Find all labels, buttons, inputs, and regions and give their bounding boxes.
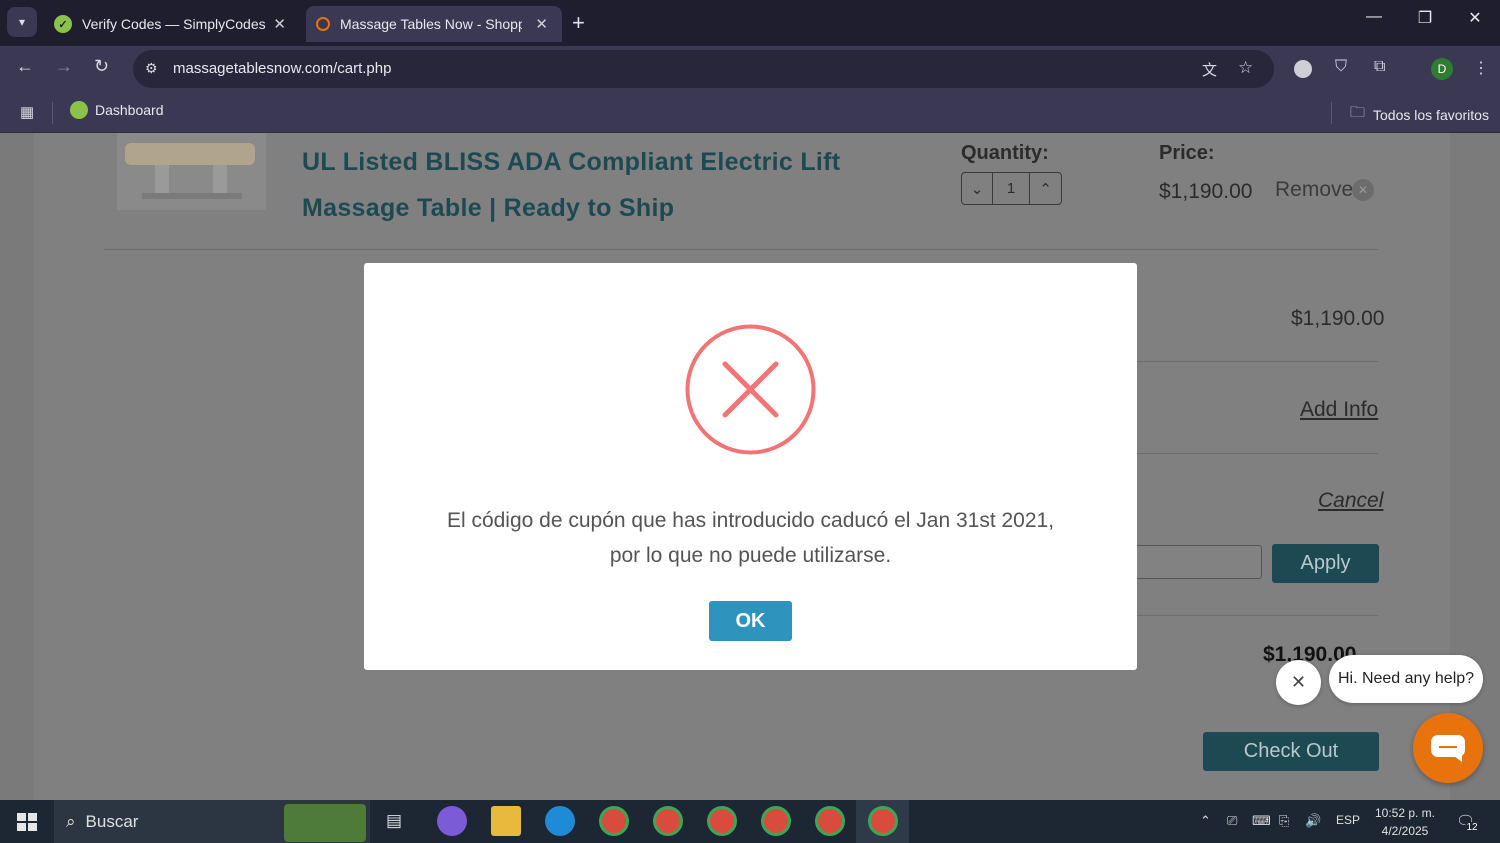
product-title-link[interactable]: UL Listed BLISS ADA Compliant Electric L… — [302, 139, 922, 231]
coupon-code-input[interactable] — [1137, 545, 1262, 579]
chrome-profile-d-icon[interactable] — [599, 806, 629, 836]
remove-icon[interactable]: ✕ — [1352, 179, 1374, 201]
browser-toolbar: ← → ↻ ⚙ massagetablesnow.com/cart.php 文 … — [0, 46, 1500, 93]
error-message-line: por lo que no puede utilizarse. — [609, 544, 892, 567]
decrease-quantity-icon[interactable]: ⌄ — [962, 173, 993, 204]
input-icon[interactable]: ⌨ — [1252, 813, 1271, 829]
divider — [1331, 102, 1332, 124]
close-icon: ✕ — [1290, 672, 1307, 692]
extensions-puzzle-icon[interactable]: ⧉ — [1374, 58, 1385, 76]
cancel-link[interactable]: Cancel — [1318, 489, 1383, 513]
shield-extension-icon[interactable]: ⛉ — [1335, 58, 1347, 76]
file-explorer-icon[interactable] — [491, 806, 521, 836]
translate-icon[interactable]: 文 — [1202, 59, 1217, 80]
chat-greeting-bubble[interactable]: Hi. Need any help? — [1329, 655, 1483, 703]
chat-bubble-icon — [1431, 735, 1465, 762]
address-bar[interactable]: ⚙ massagetablesnow.com/cart.php 文 ☆ — [133, 50, 1274, 88]
page-content: UL Listed BLISS ADA Compliant Electric L… — [0, 133, 1500, 800]
close-tab-icon[interactable]: ✕ — [273, 15, 286, 33]
notification-count-badge: 12 — [1464, 822, 1480, 836]
restore-icon[interactable]: ❐ — [1405, 8, 1445, 28]
price-label: Price: — [1159, 142, 1215, 164]
divider — [1137, 615, 1378, 616]
back-icon[interactable]: ← — [16, 56, 34, 77]
task-view-icon[interactable]: ▤ — [386, 811, 402, 831]
all-favorites-folder[interactable]: 🗀 Todos los favoritos — [1350, 102, 1489, 127]
tab-title: Verify Codes — SimplyCodes — [82, 16, 266, 32]
chat-launcher-button[interactable] — [1413, 713, 1483, 783]
bookmarks-bar: ▦ Dashboard 🗀 Todos los favoritos — [0, 93, 1500, 133]
chrome-profile-r-icon[interactable] — [815, 806, 845, 836]
ok-button[interactable]: OK — [709, 601, 792, 641]
volume-icon[interactable]: 🔊 — [1305, 813, 1321, 829]
minimize-icon[interactable]: — — [1354, 8, 1394, 26]
new-tab-icon[interactable]: + — [572, 10, 585, 36]
search-highlight-image — [284, 804, 366, 842]
forward-icon[interactable]: → — [55, 56, 73, 77]
simplycodes-favicon-icon: ✓ — [54, 15, 72, 33]
tab-title: Massage Tables Now - Shoppin — [340, 16, 522, 32]
search-placeholder: Buscar — [85, 811, 139, 831]
bookmark-dashboard[interactable]: Dashboard — [70, 101, 164, 119]
reload-icon[interactable]: ↻ — [94, 56, 109, 77]
close-tab-icon[interactable]: ✕ — [535, 15, 548, 33]
divider — [1137, 453, 1378, 454]
site-info-icon[interactable]: ⚙ — [145, 60, 158, 77]
search-icon: ⌕ — [66, 811, 76, 831]
error-dialog: El código de cupón que has introducido c… — [364, 263, 1137, 670]
folder-icon: 🗀 — [1350, 104, 1366, 121]
error-message-line: El código de cupón que has introducido c… — [446, 509, 1055, 532]
window-close-icon[interactable]: ✕ — [1455, 8, 1495, 28]
checkout-button[interactable]: Check Out — [1203, 732, 1379, 771]
profile-avatar[interactable]: D — [1431, 58, 1453, 80]
divider — [1137, 361, 1378, 362]
quantity-stepper[interactable]: ⌄ 1 ⌃ — [961, 172, 1062, 205]
clock-date: 4/2/2025 — [1381, 824, 1429, 838]
error-x-icon — [684, 323, 817, 456]
chrome-profile-d-icon[interactable] — [868, 806, 898, 836]
bookmark-star-icon[interactable]: ☆ — [1238, 58, 1253, 78]
subtotal-value: $1,190.00 — [1291, 307, 1385, 330]
apply-coupon-button[interactable]: Apply — [1272, 544, 1379, 583]
copilot-icon[interactable] — [437, 806, 467, 836]
clock-time: 10:52 p. m. — [1374, 806, 1436, 820]
tab-simplycodes[interactable]: ✓ Verify Codes — SimplyCodes ✕ — [42, 6, 300, 42]
chrome-profile-icon[interactable] — [653, 806, 683, 836]
tab-search-button[interactable]: ▾ — [7, 7, 37, 37]
tab-bar: ▾ ✓ Verify Codes — SimplyCodes ✕ Massage… — [0, 0, 1500, 46]
show-hidden-icons-icon[interactable]: ⌃ — [1200, 813, 1211, 829]
url-text[interactable]: massagetablesnow.com/cart.php — [173, 60, 391, 77]
chat-dismiss-button[interactable]: ✕ — [1276, 660, 1321, 705]
chrome-profile-icon[interactable] — [707, 806, 737, 836]
menu-kebab-icon[interactable]: ⋮ — [1473, 58, 1489, 78]
simplycodes-favicon-icon — [70, 101, 88, 119]
apps-grid-icon[interactable]: ▦ — [20, 103, 34, 121]
quantity-label: Quantity: — [961, 142, 1049, 164]
error-message: El código de cupón que has introducido c… — [404, 503, 1097, 573]
price-value: $1,190.00 — [1159, 180, 1253, 203]
remove-link[interactable]: Remove — [1275, 178, 1353, 202]
taskbar-search[interactable]: ⌕ Buscar — [54, 800, 370, 843]
add-info-link[interactable]: Add Info — [1300, 398, 1378, 422]
folder-label: Todos los favoritos — [1373, 106, 1489, 123]
divider — [104, 249, 1378, 250]
windows-taskbar: ⌕ Buscar ▤ ⌃ ⎚ ⌨ ⎘ 🔊 ESP 10:52 p. m. 4/2… — [0, 800, 1500, 843]
clock[interactable]: 10:52 p. m. 4/2/2025 — [1368, 804, 1442, 840]
network-icon[interactable]: ⎘ — [1279, 813, 1289, 829]
edge-icon[interactable] — [545, 806, 575, 836]
language-indicator[interactable]: ESP — [1336, 813, 1360, 827]
massagetables-favicon-icon — [316, 17, 330, 31]
bookmark-label: Dashboard — [95, 102, 164, 118]
quantity-value[interactable]: 1 — [993, 173, 1030, 204]
tab-massage-tables-now[interactable]: Massage Tables Now - Shoppin ✕ — [306, 6, 562, 42]
windows-start-icon[interactable] — [17, 813, 37, 831]
chrome-profile-r-icon[interactable] — [761, 806, 791, 836]
increase-quantity-icon[interactable]: ⌃ — [1030, 173, 1061, 204]
divider — [52, 102, 53, 124]
extension-circle-icon[interactable] — [1294, 60, 1312, 78]
meet-now-icon[interactable]: ⎚ — [1227, 813, 1237, 829]
product-image[interactable] — [117, 133, 266, 210]
